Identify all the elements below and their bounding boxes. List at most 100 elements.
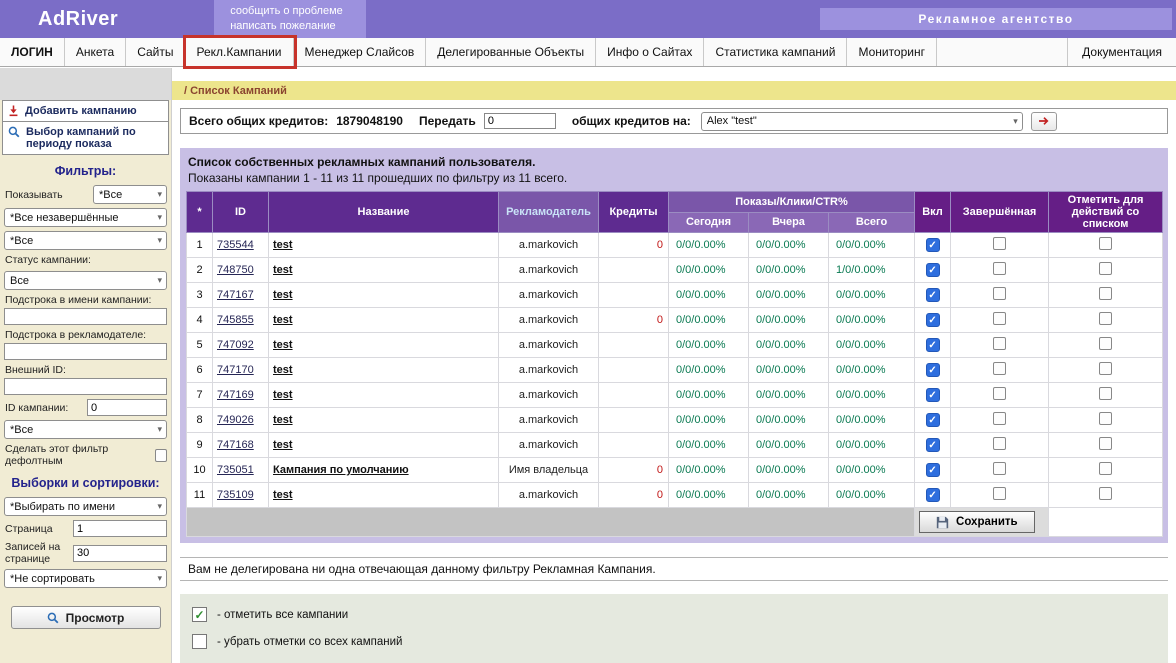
mark-checkbox[interactable]: [1099, 337, 1113, 350]
nav-tab[interactable]: Анкета: [65, 38, 127, 66]
nav-tab[interactable]: Делегированные Объекты: [426, 38, 597, 66]
campaign-id-link[interactable]: 745855: [217, 314, 254, 326]
enabled-checkbox[interactable]: [925, 413, 940, 427]
finished-checkbox[interactable]: [993, 487, 1007, 500]
nav-tab[interactable]: Мониторинг: [847, 38, 937, 66]
status-select[interactable]: Все ▾: [4, 271, 167, 290]
col-header-id[interactable]: ID: [212, 191, 269, 233]
campaign-id-link[interactable]: 735051: [217, 464, 254, 476]
campaign-id-link[interactable]: 747169: [217, 389, 254, 401]
mark-checkbox[interactable]: [1099, 462, 1113, 475]
show-select[interactable]: *Все ▾: [93, 185, 167, 204]
campaign-name-link[interactable]: test: [273, 264, 293, 276]
enabled-checkbox[interactable]: [925, 288, 940, 302]
campaign-name-link[interactable]: test: [273, 239, 293, 251]
mark-checkbox[interactable]: [1099, 312, 1113, 325]
campaign-id-input[interactable]: [87, 399, 167, 416]
mark-checkbox[interactable]: [1099, 412, 1113, 425]
campaign-name-link[interactable]: Кампания по умолчанию: [273, 464, 409, 476]
campaign-id-link[interactable]: 747092: [217, 339, 254, 351]
records-per-page-label: Записей на странице: [5, 541, 61, 565]
finished-checkbox[interactable]: [993, 387, 1007, 400]
nav-tab[interactable]: Менеджер Слайсов: [294, 38, 427, 66]
write-wish-link[interactable]: написать пожелание: [230, 19, 350, 34]
enabled-checkbox[interactable]: [925, 438, 940, 452]
campaign-name-link[interactable]: test: [273, 314, 293, 326]
campaign-id-link[interactable]: 749026: [217, 414, 254, 426]
select-by-name-select[interactable]: *Выбирать по имени ▾: [4, 497, 167, 516]
nav-tab[interactable]: ЛОГИН: [0, 38, 65, 66]
finished-checkbox[interactable]: [993, 237, 1007, 250]
finished-checkbox[interactable]: [993, 462, 1007, 475]
substring-adv-input[interactable]: [4, 343, 167, 360]
campaign-name-link[interactable]: test: [273, 364, 293, 376]
add-campaign-button[interactable]: Добавить кампанию: [2, 100, 169, 122]
substring-name-input[interactable]: [4, 308, 167, 325]
transfer-amount-input[interactable]: [483, 113, 556, 129]
campaign-id-link[interactable]: 735109: [217, 489, 254, 501]
row-index: 6: [186, 357, 213, 383]
col-header-advertiser[interactable]: Рекламодатель: [498, 191, 599, 233]
mark-checkbox[interactable]: [1099, 287, 1113, 300]
enabled-checkbox[interactable]: [925, 388, 940, 402]
nav-tab[interactable]: Рекл.Кампании: [182, 35, 297, 69]
uncheck-all-checkbox[interactable]: [192, 634, 207, 649]
enabled-checkbox[interactable]: [925, 363, 940, 377]
mark-checkbox[interactable]: [1099, 262, 1113, 275]
select-by-period-button[interactable]: Выбор кампаний по периоду показа: [2, 121, 169, 155]
finished-checkbox[interactable]: [993, 412, 1007, 425]
campaign-name-link[interactable]: test: [273, 439, 293, 451]
check-all-label: - отметить все кампании: [217, 608, 349, 621]
col-header-name[interactable]: Название: [268, 191, 499, 233]
campaign-id-link[interactable]: 748750: [217, 264, 254, 276]
campaign-id-link[interactable]: 747168: [217, 439, 254, 451]
nav-tab-documentation[interactable]: Документация: [1067, 38, 1176, 66]
report-problem-link[interactable]: сообщить о проблеме: [230, 4, 350, 19]
sort-select[interactable]: *Не сортировать ▾: [4, 569, 167, 588]
campaign-id-link[interactable]: 747170: [217, 364, 254, 376]
mark-checkbox[interactable]: [1099, 487, 1113, 500]
finished-checkbox[interactable]: [993, 437, 1007, 450]
enabled-checkbox[interactable]: [925, 238, 940, 252]
advertiser: a.markovich: [498, 257, 599, 283]
campaign-name-link[interactable]: test: [273, 414, 293, 426]
enabled-checkbox[interactable]: [925, 313, 940, 327]
check-all-checkbox[interactable]: [192, 607, 207, 622]
finished-checkbox[interactable]: [993, 337, 1007, 350]
save-button[interactable]: Сохранить: [919, 511, 1035, 533]
filter-all-select[interactable]: *Все ▾: [4, 420, 167, 439]
credits: [598, 382, 669, 408]
mark-checkbox[interactable]: [1099, 237, 1113, 250]
enabled-checkbox[interactable]: [925, 488, 940, 502]
campaign-name-link[interactable]: test: [273, 389, 293, 401]
campaign-id-link[interactable]: 747167: [217, 289, 254, 301]
finished-checkbox[interactable]: [993, 312, 1007, 325]
finished-checkbox[interactable]: [993, 262, 1007, 275]
mark-checkbox[interactable]: [1099, 387, 1113, 400]
view-button[interactable]: Просмотр: [10, 606, 161, 629]
all-select[interactable]: *Все ▾: [4, 231, 167, 250]
nav-tab[interactable]: Сайты: [126, 38, 186, 66]
mark-checkbox[interactable]: [1099, 437, 1113, 450]
campaign-name-link[interactable]: test: [273, 489, 293, 501]
campaign-name-link[interactable]: test: [273, 339, 293, 351]
unfinished-select[interactable]: *Все незавершённые ▾: [4, 208, 167, 227]
recipient-select[interactable]: Alex "test" ▾: [700, 111, 1023, 131]
finished-checkbox[interactable]: [993, 362, 1007, 375]
chevron-down-icon: ▾: [157, 189, 162, 199]
records-per-page-input[interactable]: [73, 544, 167, 562]
external-id-input[interactable]: [4, 378, 167, 395]
campaign-id-link[interactable]: 735544: [217, 239, 254, 251]
nav-tab[interactable]: Инфо о Сайтах: [596, 38, 705, 66]
enabled-checkbox[interactable]: [925, 463, 940, 477]
enabled-checkbox[interactable]: [925, 338, 940, 352]
campaign-name-link[interactable]: test: [273, 289, 293, 301]
default-filter-checkbox[interactable]: [155, 448, 167, 462]
mark-checkbox[interactable]: [1099, 362, 1113, 375]
unfinished-select-value: *Все незавершённые: [10, 211, 119, 224]
nav-tab[interactable]: Статистика кампаний: [704, 38, 848, 66]
finished-checkbox[interactable]: [993, 287, 1007, 300]
page-input[interactable]: [73, 520, 167, 537]
enabled-checkbox[interactable]: [925, 263, 940, 277]
transfer-submit-button[interactable]: [1030, 111, 1057, 131]
